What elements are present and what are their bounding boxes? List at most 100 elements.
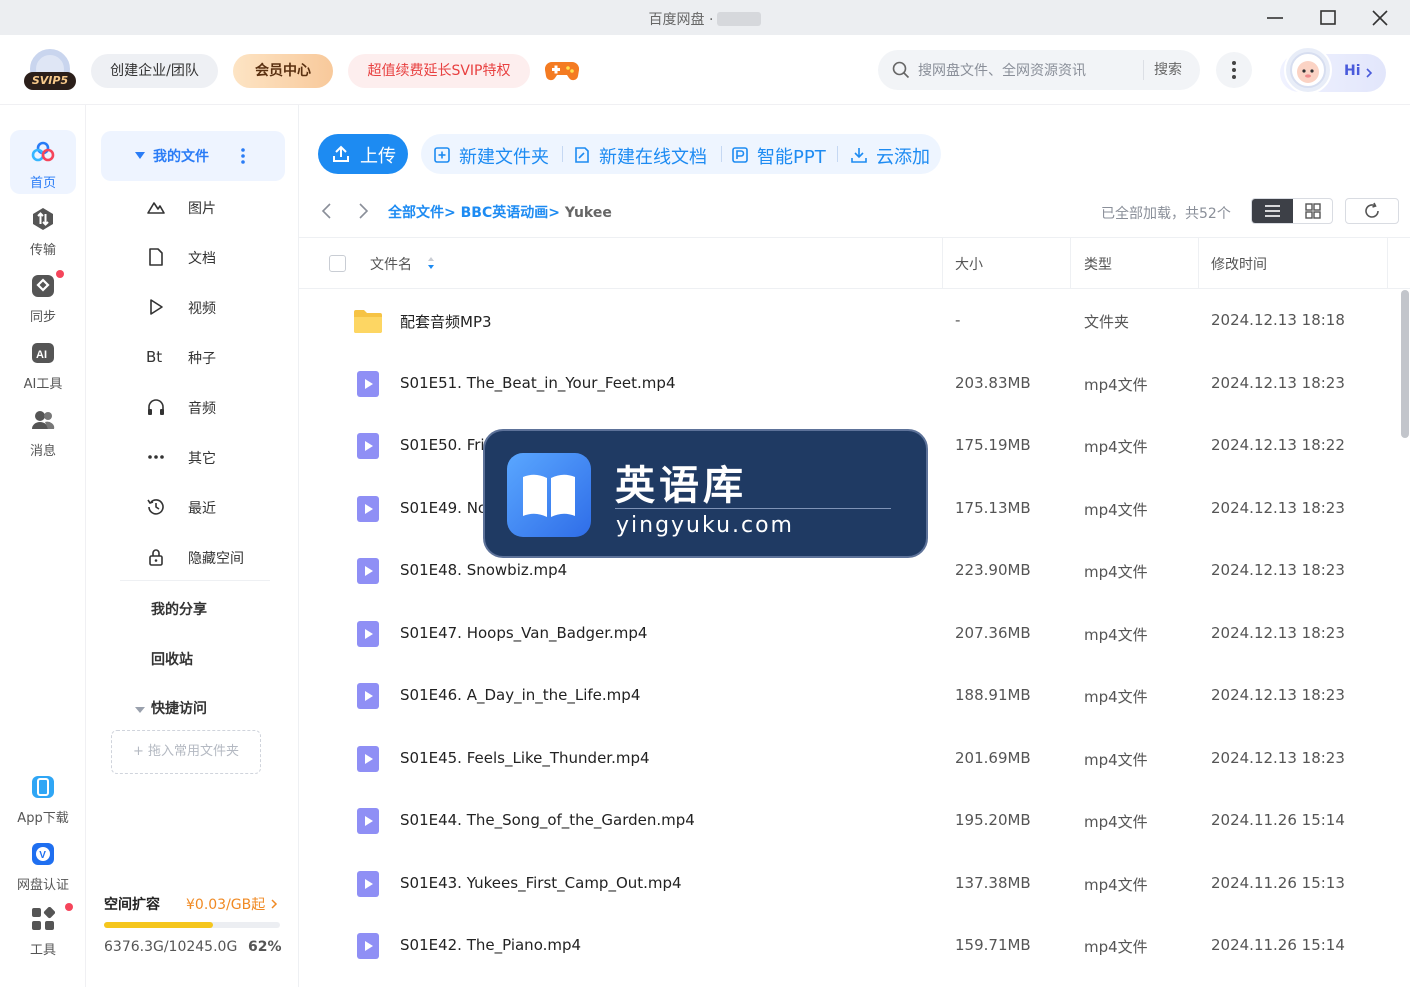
rail-item-app-download[interactable]: App下载 [10, 765, 76, 829]
refresh-button[interactable] [1345, 198, 1399, 224]
select-all-checkbox[interactable] [329, 255, 346, 272]
forward-arrow-icon[interactable] [356, 202, 370, 220]
sort-icon[interactable] [427, 256, 435, 270]
list-view-button[interactable] [1252, 199, 1293, 223]
column-header-name[interactable]: 文件名 [370, 254, 412, 274]
file-modified: 2024.12.13 18:23 [1211, 499, 1345, 517]
dot [1232, 68, 1236, 72]
rail-item-sync[interactable]: 同步 [10, 264, 76, 328]
back-arrow-icon[interactable] [320, 202, 334, 220]
svg-text:V: V [39, 850, 46, 861]
column-header-modified[interactable]: 修改时间 [1211, 254, 1267, 274]
rail-item-label: App下载 [17, 811, 69, 826]
file-name[interactable]: S01E46. A_Day_in_the_Life.mp4 [400, 686, 640, 704]
sidebar-item-recycle-bin[interactable]: 回收站 [151, 649, 193, 669]
sidebar-item-my-share[interactable]: 我的分享 [151, 599, 207, 619]
table-row[interactable]: S01E45. Feels_Like_Thunder.mp4 201.69MB mp… [299, 727, 1399, 789]
file-type: mp4文件 [1084, 688, 1148, 706]
rail-item-messages[interactable]: 消息 [10, 398, 76, 462]
messages-icon [32, 411, 55, 429]
table-row[interactable]: 配套音频MP3 - 文件夹 2024.12.13 18:18 [299, 289, 1399, 351]
file-list-scrollbar[interactable] [1401, 290, 1409, 438]
file-modified: 2024.12.13 18:22 [1211, 436, 1345, 454]
table-row[interactable]: S01E47. Hoops_Van_Badger.mp4 207.36MB mp4文… [299, 602, 1399, 664]
rail-item-ai-tools[interactable]: AI AI工具 [10, 331, 76, 395]
greeting-text: Hi [1344, 63, 1361, 79]
column-divider [1198, 238, 1199, 289]
close-icon [1372, 10, 1388, 26]
app-download-icon [32, 776, 54, 798]
quick-access-header[interactable]: 快捷访问 [151, 698, 207, 718]
breadcrumb-folder[interactable]: BBC英语动画 [461, 205, 549, 221]
video-file-icon [357, 621, 379, 647]
rail-item-verify[interactable]: V 网盘认证 [10, 832, 76, 896]
rail-item-tools[interactable]: 工具 [10, 897, 76, 961]
file-size: 223.90MB [955, 561, 1031, 579]
file-name[interactable]: S01E51. The_Beat_in_Your_Feet.mp4 [400, 374, 676, 392]
file-modified: 2024.12.13 18:23 [1211, 686, 1345, 704]
video-file-icon [357, 871, 379, 897]
caret-down-icon [135, 152, 145, 159]
file-type: mp4文件 [1084, 438, 1148, 456]
file-name[interactable]: 配套音频MP3 [400, 311, 492, 332]
search-input[interactable] [918, 58, 1118, 82]
upload-button[interactable]: 上传 [318, 134, 408, 174]
dot [1232, 61, 1236, 65]
more-menu-button[interactable] [1216, 52, 1252, 88]
toolbar-divider [837, 146, 838, 162]
file-name[interactable]: S01E42. The_Piano.mp4 [400, 936, 581, 954]
history-icon [147, 499, 164, 515]
rail-item-home[interactable]: 首页 [10, 130, 76, 194]
video-file-icon [357, 933, 379, 959]
grid-view-button[interactable] [1293, 199, 1333, 223]
chevron-right-icon [1366, 68, 1373, 78]
column-header-size[interactable]: 大小 [955, 254, 983, 274]
file-name[interactable]: S01E48. Snowbiz.mp4 [400, 561, 567, 579]
rail-item-label: 同步 [29, 310, 56, 325]
close-window-button[interactable] [1367, 5, 1393, 31]
search-button[interactable]: 搜索 [1143, 60, 1182, 80]
file-name[interactable]: S01E45. Feels_Like_Thunder.mp4 [400, 749, 650, 767]
svip-logo[interactable]: SVIP5 [24, 49, 76, 93]
file-name[interactable]: S01E47. Hoops_Van_Badger.mp4 [400, 624, 647, 642]
file-name[interactable]: S01E43. Yukees_First_Camp_Out.mp4 [400, 874, 682, 892]
table-row[interactable]: S01E44. The_Song_of_the_Garden.mp4 195.20… [299, 789, 1399, 851]
storage-expand-link[interactable]: ¥0.03/GB起 [186, 894, 278, 914]
svip-badge: SVIP5 [24, 72, 76, 90]
gamepad-icon[interactable] [545, 59, 579, 83]
sidebar-item-label: 图片 [188, 201, 216, 217]
member-center-button[interactable]: 会员中心 [233, 54, 333, 88]
storage-percent: 62% [248, 939, 282, 955]
table-row[interactable]: S01E42. The_Piano.mp4 159.71MB mp4文件 2024.1… [299, 914, 1399, 976]
file-name[interactable]: S01E49. No [400, 499, 487, 517]
table-row[interactable]: S01E46. A_Day_in_the_Life.mp4 188.91MB mp4… [299, 664, 1399, 726]
minimize-button[interactable] [1262, 5, 1288, 31]
renew-svip-button[interactable]: 超值续费延长SVIP特权 [348, 54, 530, 88]
file-modified: 2024.12.13 18:23 [1211, 374, 1345, 392]
refresh-icon [1365, 202, 1379, 218]
breadcrumb-root[interactable]: 全部文件 [388, 205, 444, 221]
more-vertical-icon[interactable] [241, 148, 245, 164]
ppt-icon [732, 147, 748, 163]
file-name[interactable]: S01E50. Fri [400, 436, 485, 454]
maximize-button[interactable] [1315, 5, 1341, 31]
sidebar-item-label: 种子 [188, 351, 216, 367]
maximize-icon [1320, 10, 1336, 25]
table-row[interactable]: S01E43. Yukees_First_Camp_Out.mp4 137.38M… [299, 852, 1399, 914]
create-team-button[interactable]: 创建企业/团队 [91, 54, 218, 88]
user-greeting-button[interactable]: Hi [1280, 46, 1386, 94]
my-files-nav[interactable]: 我的文件 [101, 131, 285, 181]
transfer-icon [33, 208, 53, 230]
column-header-type[interactable]: 类型 [1084, 254, 1112, 274]
file-type: mp4文件 [1084, 751, 1148, 769]
quick-access-drop-zone[interactable]: + 拖入常用文件夹 [111, 730, 261, 774]
table-row[interactable]: S01E51. The_Beat_in_Your_Feet.mp4 203.83M… [299, 352, 1399, 414]
file-modified: 2024.12.13 18:23 [1211, 624, 1345, 642]
rail-item-transfer[interactable]: 传输 [10, 197, 76, 261]
sync-icon [32, 275, 54, 297]
file-name[interactable]: S01E44. The_Song_of_the_Garden.mp4 [400, 811, 695, 829]
sidebar-item-label: 最近 [188, 501, 216, 517]
grid-view-icon [1305, 203, 1321, 219]
toolbar-divider [562, 146, 563, 162]
open-book-icon [523, 474, 575, 517]
